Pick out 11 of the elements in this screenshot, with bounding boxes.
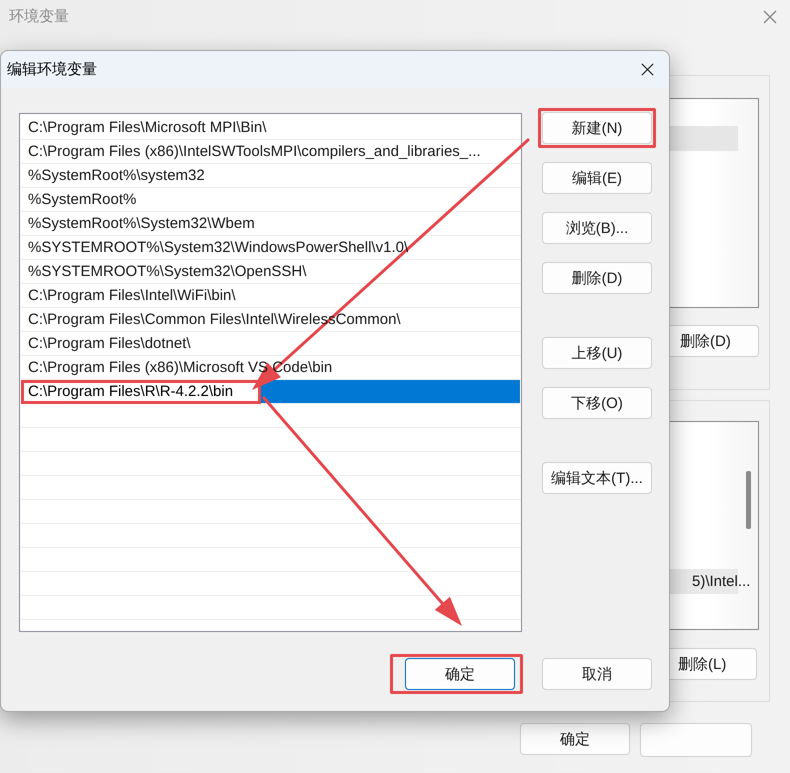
- path-text: %SystemRoot%: [27, 191, 136, 208]
- path-text: %SYSTEMROOT%\System32\OpenSSH\: [27, 263, 306, 280]
- path-text: C:\Program Files (x86)\IntelSWToolsMPI\compilers_and_libraries_...: [27, 143, 481, 160]
- dialog-title: 编辑环境变量: [7, 60, 97, 79]
- path-text: %SystemRoot%\System32\Wbem: [27, 215, 255, 232]
- path-text: C:\Program Files\Intel\WiFi\bin\: [27, 287, 236, 304]
- path-text: %SystemRoot%\system32: [27, 167, 205, 184]
- path-text: C:\Program Files\Microsoft MPI\Bin\: [27, 119, 266, 136]
- path-text: %SYSTEMROOT%\System32\WindowsPowerShell\v1.0\: [27, 239, 408, 256]
- window-title: 环境变量: [9, 7, 69, 26]
- path-text: C:\Program Files\dotnet\: [27, 335, 191, 352]
